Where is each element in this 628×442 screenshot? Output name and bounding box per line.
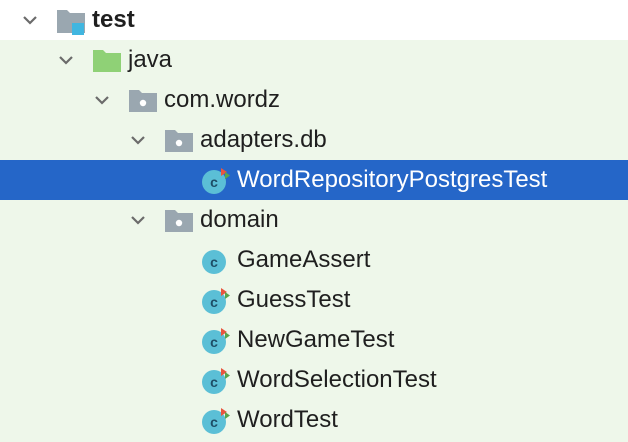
tree-row-word-selection-test[interactable]: c WordSelectionTest — [0, 360, 628, 400]
tree-item-label: WordSelectionTest — [237, 366, 437, 393]
test-class-icon: c — [202, 250, 226, 274]
tree-row-word-repository-postgres-test[interactable]: c WordRepositoryPostgresTest — [0, 160, 628, 200]
chevron-down-icon[interactable] — [128, 130, 148, 150]
tree-item-label: GameAssert — [237, 246, 371, 273]
source-root-folder-icon — [93, 50, 121, 72]
test-class-icon: c — [202, 408, 230, 434]
svg-text:c: c — [210, 294, 218, 310]
package-icon — [165, 210, 193, 232]
tree-item-label: domain — [200, 206, 279, 233]
svg-text:c: c — [210, 374, 218, 390]
tree-item-label: adapters.db — [200, 126, 327, 153]
tree-row-domain[interactable]: domain — [0, 200, 628, 240]
tree-row-com-wordz[interactable]: com.wordz — [0, 80, 628, 120]
svg-text:c: c — [210, 334, 218, 350]
test-class-icon: c — [202, 368, 230, 394]
tree-item-label: NewGameTest — [237, 326, 395, 353]
package-icon — [129, 90, 157, 112]
tree-row-new-game-test[interactable]: c NewGameTest — [0, 320, 628, 360]
svg-text:c: c — [210, 414, 218, 430]
chevron-down-icon[interactable] — [56, 50, 76, 70]
tree-row-java[interactable]: java — [0, 40, 628, 80]
svg-text:c: c — [210, 174, 218, 190]
chevron-down-icon[interactable] — [128, 210, 148, 230]
test-class-icon: c — [202, 168, 230, 194]
tree-item-label: com.wordz — [164, 86, 281, 113]
tree-item-label: java — [128, 46, 173, 73]
tree-item-label: test — [92, 6, 135, 33]
tree-item-label: WordTest — [237, 406, 338, 433]
svg-text:c: c — [210, 254, 218, 270]
package-icon — [165, 130, 193, 152]
test-class-icon: c — [202, 288, 230, 314]
tree-row-word-test[interactable]: c WordTest — [0, 400, 628, 440]
test-folder-icon — [57, 10, 85, 35]
chevron-down-icon[interactable] — [20, 10, 40, 30]
tree-item-label: GuessTest — [237, 286, 351, 313]
tree-row-game-assert[interactable]: c GameAssert — [0, 240, 628, 280]
tree-item-label: WordRepositoryPostgresTest — [237, 166, 548, 193]
chevron-down-icon[interactable] — [92, 90, 112, 110]
tree-row-adapters-db[interactable]: adapters.db — [0, 120, 628, 160]
test-class-icon: c — [202, 328, 230, 354]
tree-row-guess-test[interactable]: c GuessTest — [0, 280, 628, 320]
tree-row-test[interactable]: test — [0, 0, 628, 40]
project-tree: test java com.wordz adapters.db c WordRe… — [0, 0, 628, 442]
